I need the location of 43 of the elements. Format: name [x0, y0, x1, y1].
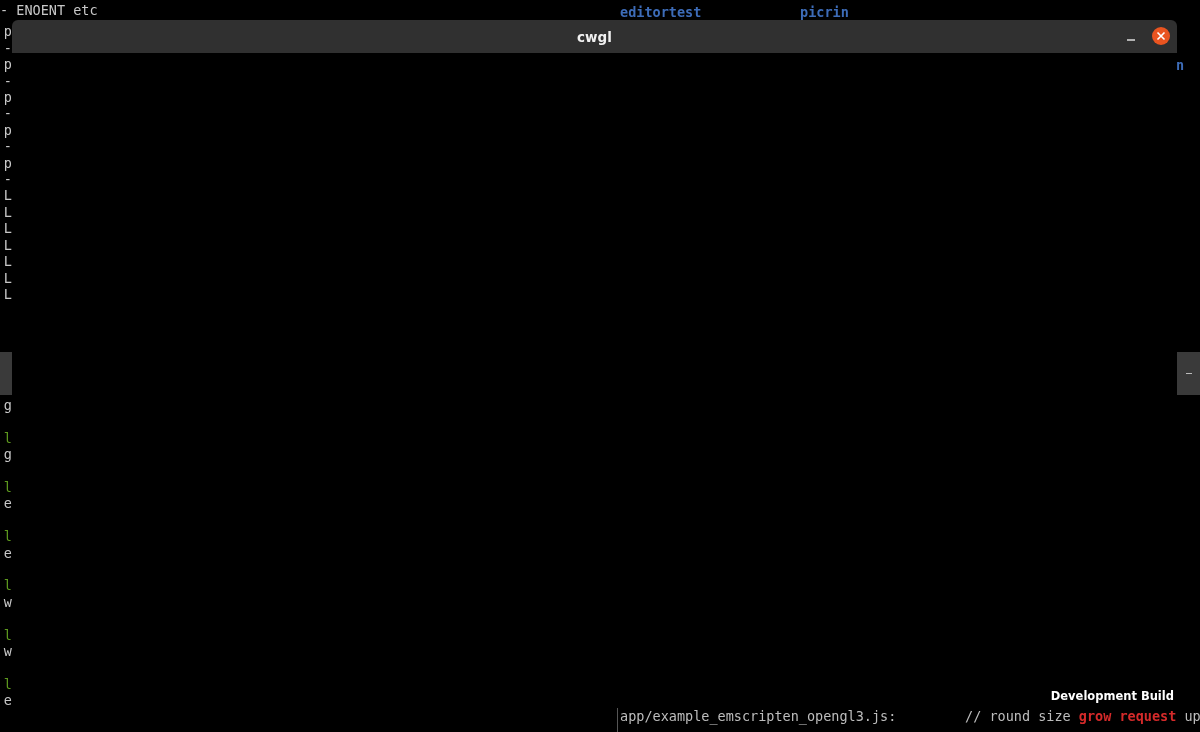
- directory-name: n: [1176, 57, 1185, 74]
- code-text: // round size grow request up: [965, 708, 1200, 725]
- terminal-line: l: [2, 528, 12, 545]
- terminal-line: e: [2, 692, 12, 709]
- terminal-line: g: [2, 397, 12, 414]
- terminal-line: g: [2, 446, 12, 463]
- terminal-line: -: [2, 138, 12, 155]
- terminal-line: L: [2, 253, 12, 270]
- terminal-line: p: [2, 121, 12, 139]
- terminal-line: L: [2, 220, 12, 237]
- terminal-line: -: [2, 171, 12, 188]
- terminal-line: L: [2, 285, 12, 303]
- terminal-line: L: [2, 269, 12, 286]
- file-path: app/example_emscripten_opengl3.js:: [620, 708, 898, 725]
- terminal-line: p: [2, 89, 12, 106]
- terminal-line: l: [2, 675, 12, 693]
- dash-icon: [1185, 373, 1192, 374]
- close-button[interactable]: [1152, 27, 1170, 45]
- terminal-line: l: [2, 479, 12, 496]
- close-icon: [1156, 31, 1166, 41]
- terminal-line: l: [2, 577, 12, 594]
- panel-edge: [0, 352, 12, 395]
- minimize-icon: [1127, 39, 1135, 41]
- terminal-line: -: [2, 105, 12, 122]
- directory-name: editortest: [620, 4, 703, 20]
- terminal-line: -: [2, 39, 12, 57]
- terminal-line: p: [2, 23, 12, 40]
- terminal-line: e: [2, 495, 12, 512]
- terminal-line: w: [2, 643, 12, 660]
- terminal-line: L: [2, 187, 12, 204]
- build-label: Development Build: [1050, 689, 1174, 703]
- directory-name: picrin: [800, 4, 850, 20]
- terminal-line: p: [2, 56, 12, 73]
- terminal-line: - ENOENT etc: [0, 2, 98, 19]
- terminal-line: L: [2, 203, 12, 221]
- window-title: cwgl: [577, 28, 612, 45]
- terminal-line: L: [2, 236, 12, 254]
- terminal-line: l: [2, 429, 12, 447]
- terminal-line: e: [2, 544, 12, 561]
- terminal-line: w: [2, 593, 12, 611]
- terminal-line: p: [2, 154, 12, 172]
- terminal-line: -: [2, 72, 12, 90]
- terminal-line: l: [2, 626, 12, 643]
